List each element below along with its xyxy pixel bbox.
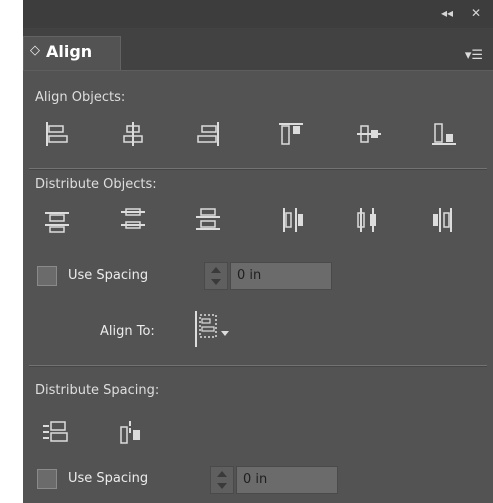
- distribute-spacing-label: Distribute Spacing:: [35, 383, 160, 398]
- section-divider: [29, 365, 487, 367]
- distribute-vertical-centers-icon[interactable]: [118, 205, 148, 235]
- panel-menu-icon[interactable]: ▾☰: [465, 48, 483, 63]
- spacing-input[interactable]: 0 in: [230, 262, 332, 290]
- tab-chevron-icon: ◇: [30, 43, 40, 58]
- align-objects-label: Align Objects:: [35, 90, 126, 105]
- distribute-horizontal-centers-icon[interactable]: [354, 205, 384, 235]
- distribute-bottom-edges-icon[interactable]: [193, 205, 223, 235]
- align-top-edges-icon[interactable]: [276, 119, 306, 149]
- distribute-objects-label: Distribute Objects:: [35, 177, 157, 192]
- distribute-horizontal-space-icon[interactable]: [116, 418, 146, 448]
- align-to-dropdown[interactable]: [191, 309, 253, 351]
- align-to-selection-icon: [195, 311, 229, 347]
- align-bottom-edges-icon[interactable]: [429, 119, 459, 149]
- align-panel: ◂◂ ✕ ◇ Align ▾☰ Align Objects: Distribut…: [23, 0, 493, 503]
- distribute-top-edges-icon[interactable]: [42, 205, 72, 235]
- spacing-stepper[interactable]: [204, 262, 228, 290]
- close-panel-icon[interactable]: ✕: [471, 6, 481, 20]
- distribute-left-edges-icon[interactable]: [276, 205, 306, 235]
- tab-align[interactable]: ◇ Align: [23, 36, 121, 70]
- align-vertical-centers-icon[interactable]: [354, 119, 384, 149]
- align-left-edges-icon[interactable]: [42, 119, 72, 149]
- stepper-up-icon[interactable]: [211, 267, 221, 273]
- stepper-down-icon[interactable]: [217, 483, 227, 489]
- use-spacing-label: Use Spacing: [68, 268, 149, 283]
- align-right-edges-icon[interactable]: [193, 119, 223, 149]
- use-spacing-checkbox[interactable]: [37, 266, 57, 286]
- stepper-down-icon[interactable]: [211, 279, 221, 285]
- panel-tab-strip: ◇ Align ▾☰: [23, 28, 493, 71]
- distribute-right-edges-icon[interactable]: [429, 205, 459, 235]
- distribute-spacing-use-spacing-label: Use Spacing: [68, 471, 149, 486]
- stepper-up-icon[interactable]: [217, 471, 227, 477]
- section-divider: [29, 168, 487, 170]
- panel-title-bar: ◂◂ ✕: [23, 0, 493, 28]
- collapse-panel-icon[interactable]: ◂◂: [441, 6, 453, 20]
- align-horizontal-centers-icon[interactable]: [118, 119, 148, 149]
- distribute-vertical-space-icon[interactable]: [40, 418, 70, 448]
- distribute-spacing-stepper[interactable]: [210, 466, 234, 494]
- distribute-spacing-use-spacing-checkbox[interactable]: [37, 469, 57, 489]
- distribute-spacing-input[interactable]: 0 in: [236, 466, 338, 494]
- align-to-label: Align To:: [100, 324, 155, 339]
- tab-title: Align: [46, 42, 93, 61]
